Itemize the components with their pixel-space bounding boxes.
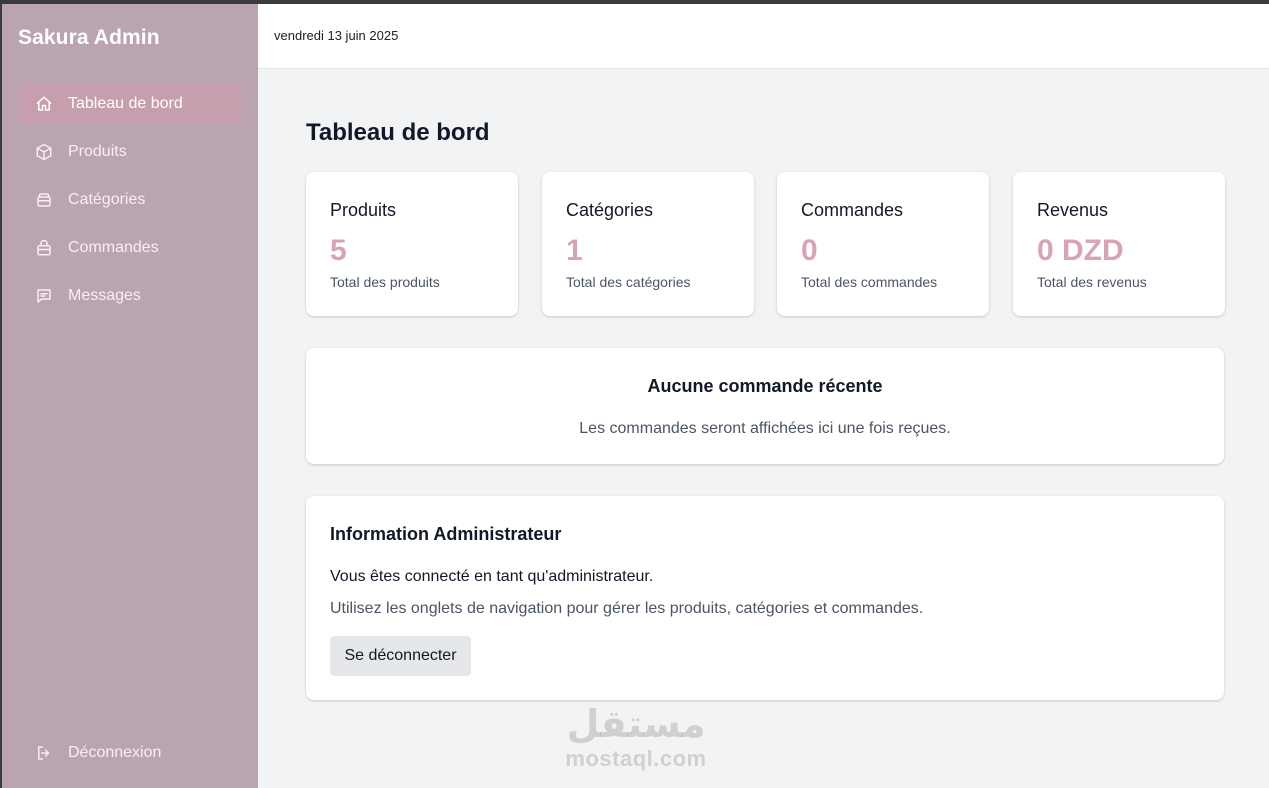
recent-orders-card: Aucune commande récente Les commandes se… [306,348,1224,464]
admin-info-text: Vous êtes connecté en tant qu'administra… [330,568,654,585]
stat-label: Produits [330,200,397,220]
page-title: Tableau de bord [306,119,490,146]
home-icon [34,94,54,114]
current-date: vendredi 13 juin 2025 [274,28,399,43]
logout-button[interactable]: Se déconnecter [330,636,471,676]
watermark-arabic: مستقل [566,704,706,746]
sidebar-item-messages[interactable]: Messages [18,276,242,316]
stat-card-orders: Commandes 0 Total des commandes [777,172,989,316]
sidebar: Sakura Admin Tableau de bord Produits Ca… [2,4,258,788]
message-icon [34,286,54,306]
sidebar-item-orders[interactable]: Commandes [18,228,242,268]
watermark: مستقل mostaql.com [556,704,716,772]
sidebar-item-products[interactable]: Produits [18,132,242,172]
stat-card-categories: Catégories 1 Total des catégories [542,172,754,316]
logout-icon [34,743,54,763]
admin-info-title: Information Administrateur [330,524,562,544]
stat-card-revenue: Revenus 0 DZD Total des revenus [1013,172,1225,316]
app-window: Sakura Admin Tableau de bord Produits Ca… [0,0,1269,788]
stat-label: Commandes [801,200,904,220]
shopping-bag-icon [34,238,54,258]
stat-card-products: Produits 5 Total des produits [306,172,518,316]
stat-label: Catégories [566,200,654,220]
sidebar-item-dashboard[interactable]: Tableau de bord [18,84,242,124]
stat-value: 1 [566,234,583,267]
sidebar-item-label: Messages [68,287,141,304]
main-content: vendredi 13 juin 2025 Tableau de bord Pr… [258,4,1269,788]
brand-title: Sakura Admin [18,26,160,49]
sidebar-item-label: Produits [68,143,127,160]
stat-value: 5 [330,234,347,267]
top-bar: vendredi 13 juin 2025 [258,4,1269,69]
stat-value: 0 DZD [1037,234,1124,267]
recent-orders-title: Aucune commande récente [647,376,883,396]
sidebar-item-label: Commandes [68,239,159,256]
admin-info-help: Utilisez les onglets de navigation pour … [330,600,924,617]
recent-orders-message: Les commandes seront affichées ici une f… [579,420,951,437]
stat-subtitle: Total des produits [330,274,440,290]
sidebar-item-categories[interactable]: Catégories [18,180,242,220]
sidebar-item-label: Catégories [68,191,146,208]
layers-icon [34,190,54,210]
logout-label: Déconnexion [68,744,162,761]
stat-subtitle: Total des commandes [801,274,938,290]
admin-info-card: Information Administrateur Vous êtes con… [306,496,1224,700]
stat-subtitle: Total des catégories [566,274,691,290]
box-icon [34,142,54,162]
sidebar-item-label: Tableau de bord [68,95,183,112]
watermark-latin: mostaql.com [565,746,707,771]
stat-subtitle: Total des revenus [1037,274,1147,290]
sidebar-logout-link[interactable]: Déconnexion [18,733,242,773]
stat-label: Revenus [1037,200,1109,220]
stat-value: 0 [801,234,818,267]
